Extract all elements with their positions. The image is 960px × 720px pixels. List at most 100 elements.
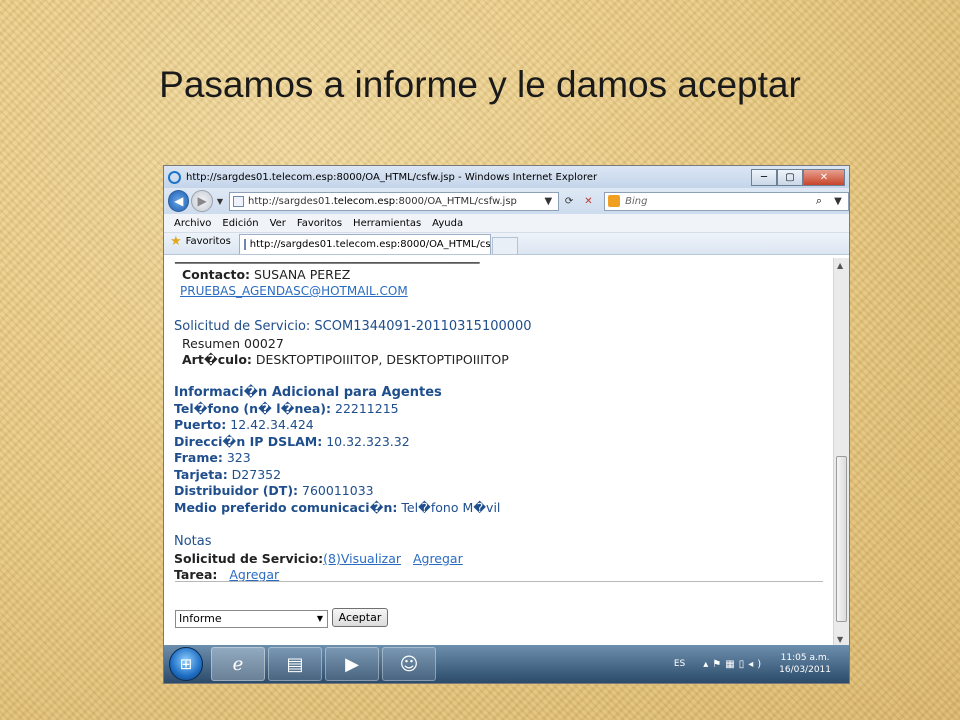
url-suffix: :8000/OA_HTML/csfw.jsp [395,195,517,207]
field-label: Direcci�n IP DSLAM: [174,434,323,449]
tab-page-icon [243,239,246,250]
field-label: Frame: [174,450,223,465]
tab-title: http://sargdes01.telecom.esp:8000/OA_HTM… [249,239,491,250]
url-prefix: http://sargdes01. [248,195,334,207]
field-value: D27352 [231,467,282,482]
star-icon: ★ [170,234,182,249]
field-label: Tel�fono (n� l�nea): [174,401,332,416]
address-dropdown-icon[interactable]: ▼ [538,193,558,210]
task-line: Tarea: Agregar [174,567,279,582]
url-host: telecom.esp [333,195,396,207]
search-box[interactable]: Bing ⌕ ▼ [604,191,849,211]
taskbar-ie[interactable]: ℯ [211,647,265,681]
notes-request-line: Solicitud de Servicio:(8)Visualizar Agre… [174,551,463,566]
task-label: Tarea: [174,567,218,582]
action-select[interactable]: Informe ▼ [175,610,328,628]
field-value: 10.32.323.32 [326,434,410,449]
ie-icon [168,170,181,184]
contact-line: Contacto: SUSANA PEREZ [182,267,350,282]
menu-favoritos[interactable]: Favoritos [297,218,342,229]
field-value: Tel�fono M�vil [401,500,501,515]
field-row: Puerto: 12.42.34.424 [174,417,314,432]
minimize-button[interactable]: ─ [751,168,777,186]
forward-button[interactable]: ▶ [191,190,213,212]
language-indicator[interactable]: ES [674,659,685,669]
add-task-link[interactable]: Agregar [229,567,279,582]
start-button[interactable]: ⊞ [169,647,203,681]
browser-screenshot: http://sargdes01.telecom.esp:8000/OA_HTM… [163,165,850,684]
field-row: Distribuidor (DT): 760011033 [174,483,374,498]
article-value: DESKTOPTIPOIIITOP, DESKTOPTIPOIIITOP [255,352,509,367]
taskbar-messenger[interactable]: ☺ [382,647,436,681]
email-link[interactable]: PRUEBAS_AGENDASC@HOTMAIL.COM [180,284,408,298]
folder-icon: ▤ [286,653,304,675]
menu-ayuda[interactable]: Ayuda [432,218,463,229]
field-label: Tarjeta: [174,467,228,482]
field-label: Distribuidor (DT): [174,483,299,498]
refresh-icon[interactable]: ⟳ [559,193,578,210]
ie-taskbar-icon: ℯ [232,653,244,675]
address-row: ◀ ▶ ▼ http://sargdes01.telecom.esp:8000/… [164,188,849,214]
browser-tab[interactable]: http://sargdes01.telecom.esp:8000/OA_HTM… [238,234,491,254]
field-value: 12.42.34.424 [230,417,314,432]
users-icon: ☺ [399,653,419,675]
field-row: Direcci�n IP DSLAM: 10.32.323.32 [174,434,410,449]
search-dropdown-icon[interactable]: ▼ [828,193,848,210]
search-placeholder: Bing [625,195,648,207]
menu-edicion[interactable]: Edición [222,218,258,229]
notes-heading: Notas [174,534,212,549]
field-label: Puerto: [174,417,227,432]
article-line: Art�culo: DESKTOPTIPOIIITOP, DESKTOPTIPO… [182,352,509,367]
accept-button[interactable]: Aceptar [332,608,388,627]
scroll-thumb[interactable] [836,456,847,622]
view-notes-link[interactable]: (8)Visualizar [323,551,401,566]
menu-ver[interactable]: Ver [270,218,286,229]
field-row: Medio preferido comunicaci�n: Tel�fono M… [174,500,500,515]
field-label: Medio preferido comunicaci�n: [174,500,398,515]
window-title: http://sargdes01.telecom.esp:8000/OA_HTM… [186,171,598,183]
tray-icons[interactable]: ▴⚑▦▯◂) [703,659,765,670]
menu-archivo[interactable]: Archivo [174,218,211,229]
taskbar: ⊞ ℯ ▤ ▶ ☺ ES ▴⚑▦▯◂) 11:05 a.m. 16/03/201… [164,645,849,683]
menu-herramientas[interactable]: Herramientas [353,218,421,229]
maximize-button[interactable]: ▢ [777,168,803,186]
scroll-down-icon[interactable]: ▼ [837,635,843,644]
window-titlebar: http://sargdes01.telecom.esp:8000/OA_HTM… [164,166,849,188]
summary-text: Resumen 00027 [182,336,284,351]
request-heading: Solicitud de Servicio: SCOM1344091-20110… [174,319,532,334]
favorites-label: Favoritos [185,236,231,247]
separator-line [175,581,823,582]
field-value: 22211215 [335,401,399,416]
stop-icon[interactable]: ✕ [579,193,598,210]
menu-bar: Archivo Edición Ver Favoritos Herramient… [164,214,849,233]
favorites-button[interactable]: ★ Favoritos [164,234,239,254]
bing-icon [608,195,621,207]
search-icon[interactable]: ⌕ [816,194,822,208]
chevron-down-icon: ▼ [316,614,323,623]
new-tab-button[interactable] [491,237,518,254]
field-row: Tarjeta: D27352 [174,467,281,482]
history-dropdown-icon[interactable]: ▼ [217,197,223,206]
favorites-bar: ★ Favoritos http://sargdes01.telecom.esp… [164,233,849,255]
contact-value: SUSANA PEREZ [254,267,351,282]
info-heading: Informaci�n Adicional para Agentes [174,385,442,400]
system-tray: ES ▴⚑▦▯◂) 11:05 a.m. 16/03/2011 [674,652,849,676]
add-note-link[interactable]: Agregar [413,551,463,566]
vertical-scrollbar[interactable]: ▲ ▼ [833,258,849,647]
clock[interactable]: 11:05 a.m. 16/03/2011 [779,652,831,676]
taskbar-explorer[interactable]: ▤ [268,647,322,681]
close-button[interactable]: ✕ [803,168,845,186]
address-bar[interactable]: http://sargdes01.telecom.esp:8000/OA_HTM… [229,191,560,211]
page-content: ▁▁▁▁▁▁▁▁▁▁▁▁▁▁▁▁▁▁▁▁▁▁▁▁▁▁▁▁▁▁▁▁▁▁▁▁ Con… [164,258,834,647]
field-row: Tel�fono (n� l�nea): 22211215 [174,401,399,416]
taskbar-media[interactable]: ▶ [325,647,379,681]
notes-request-label: Solicitud de Servicio: [174,551,324,566]
back-button[interactable]: ◀ [168,190,190,212]
scroll-up-icon[interactable]: ▲ [837,261,843,270]
slide-title: Pasamos a informe y le damos aceptar [159,64,801,105]
field-row: Frame: 323 [174,450,251,465]
contact-label: Contacto: [182,267,251,282]
clock-date: 16/03/2011 [779,665,831,675]
field-value: 760011033 [302,483,374,498]
page-icon [233,195,244,207]
